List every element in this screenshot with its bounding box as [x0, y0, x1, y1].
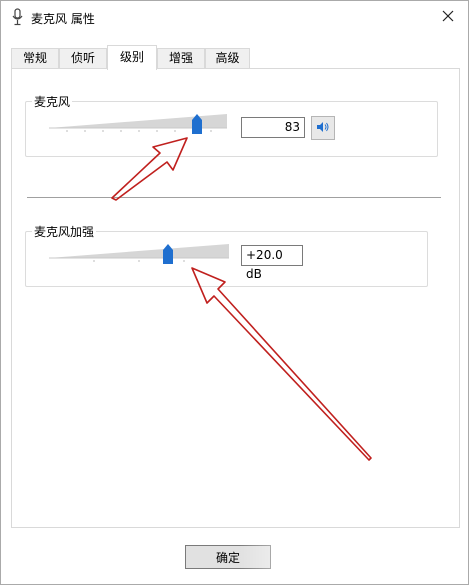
ok-button[interactable]: 确定: [185, 545, 271, 569]
mute-button[interactable]: [311, 116, 335, 140]
footer-fade: [239, 539, 468, 584]
microphone-boost-value[interactable]: +20.0 dB: [241, 245, 303, 281]
microphone-icon: [11, 8, 25, 26]
microphone-label: 麦克风: [32, 93, 73, 110]
speaker-icon: [316, 121, 330, 136]
window-title: 麦克风 属性: [31, 12, 95, 26]
microphone-boost-slider[interactable]: [49, 242, 231, 264]
tab-listen[interactable]: 侦听: [59, 48, 107, 69]
tab-advanced[interactable]: 高级: [205, 48, 250, 69]
close-icon: [442, 10, 454, 25]
levels-panel: 麦克风 83 麦克风加强 +20.0 dB: [11, 68, 460, 528]
title-bar: 麦克风 属性: [1, 1, 468, 33]
tab-levels[interactable]: 级别: [107, 45, 157, 70]
tab-general[interactable]: 常规: [11, 48, 59, 69]
dialog-footer: 确定: [1, 531, 468, 584]
microphone-volume-slider[interactable]: [49, 112, 229, 134]
close-button[interactable]: [434, 5, 462, 29]
boost-slider-thumb: [163, 244, 173, 264]
divider: [27, 197, 441, 198]
properties-window: 麦克风 属性 常规 侦听 级别 增强 高级 麦克风 83 麦克风加强 +20.0…: [0, 0, 469, 585]
microphone-boost-label: 麦克风加强: [32, 223, 97, 240]
microphone-level-value[interactable]: 83: [241, 117, 305, 138]
tab-enhancements[interactable]: 增强: [157, 48, 205, 69]
